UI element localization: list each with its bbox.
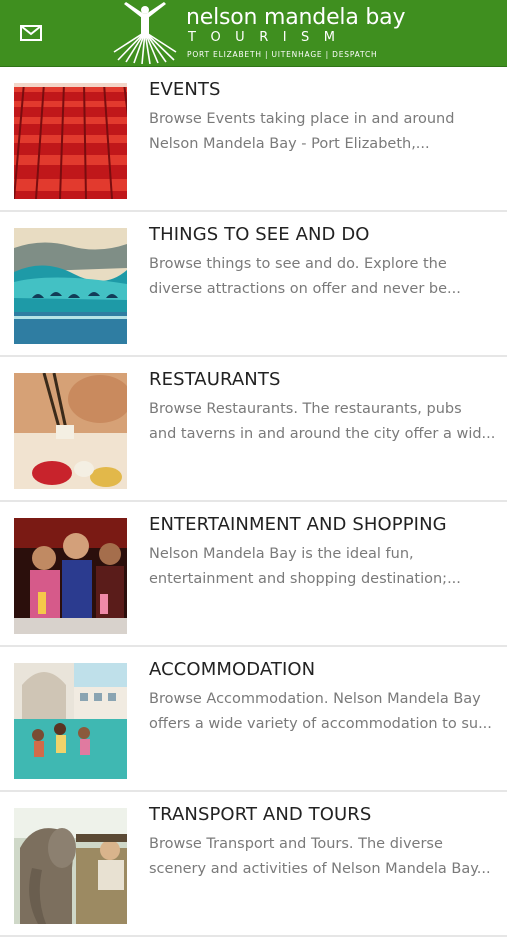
item-description: Browse Restaurants. The restaurants, pub… (149, 397, 496, 447)
description-line: and taverns in and around the city offer… (149, 426, 496, 442)
list-item-transport-and-tours[interactable]: TRANSPORT AND TOURS Browse Transport and… (0, 792, 507, 937)
logo-name: nelson mandela bay (186, 5, 406, 30)
category-list: EVENTS Browse Events taking place in and… (0, 67, 507, 937)
description-line: Browse Restaurants. The restaurants, pub… (149, 401, 462, 417)
description-line: offers a wide variety of accommodation t… (149, 716, 492, 732)
tourism-logo[interactable]: nelson mandela bay TOURISM PORT ELIZABET… (112, 0, 412, 66)
description-line: Browse Accommodation. Nelson Mandela Bay (149, 691, 481, 707)
list-item-things-to-see-and-do[interactable]: THINGS TO SEE AND DO Browse things to se… (0, 212, 507, 357)
description-line: Nelson Mandela Bay - Port Elizabeth,... (149, 136, 430, 152)
nightlife-people-photo (14, 518, 127, 634)
item-title: ACCOMMODATION (149, 659, 316, 680)
sushi-chopsticks-photo (14, 373, 127, 489)
dolphins-wave-photo (14, 228, 127, 344)
stadium-seats-photo (14, 83, 127, 199)
item-description: Nelson Mandela Bay is the ideal fun, ent… (149, 542, 489, 592)
item-title: RESTAURANTS (149, 369, 281, 390)
item-description: Browse Events taking place in and around… (149, 107, 489, 157)
app-header: nelson mandela bay TOURISM PORT ELIZABET… (0, 0, 507, 67)
item-description: Browse Accommodation. Nelson Mandela Bay… (149, 687, 492, 737)
item-title: TRANSPORT AND TOURS (149, 804, 372, 825)
list-item-events[interactable]: EVENTS Browse Events taking place in and… (0, 67, 507, 212)
list-item-accommodation[interactable]: ACCOMMODATION Browse Accommodation. Nels… (0, 647, 507, 792)
description-line: diverse attractions on offer and never b… (149, 281, 461, 297)
logo-tagline: PORT ELIZABETH | UITENHAGE | DESPATCH (187, 50, 378, 59)
description-line: entertainment and shopping destination;.… (149, 571, 461, 587)
item-description: Browse Transport and Tours. The diverse … (149, 832, 491, 882)
description-line: scenery and activities of Nelson Mandela… (149, 861, 491, 877)
list-item-entertainment-and-shopping[interactable]: ENTERTAINMENT AND SHOPPING Nelson Mandel… (0, 502, 507, 647)
description-line: Browse Events taking place in and around (149, 111, 455, 127)
item-title: THINGS TO SEE AND DO (149, 224, 370, 245)
list-item-restaurants[interactable]: RESTAURANTS Browse Restaurants. The rest… (0, 357, 507, 502)
hotel-pool-photo (14, 663, 127, 779)
elephant-safari-photo (14, 808, 127, 924)
description-line: Nelson Mandela Bay is the ideal fun, (149, 546, 414, 562)
item-title: EVENTS (149, 79, 221, 100)
logo-figure-icon (113, 2, 177, 64)
item-title: ENTERTAINMENT AND SHOPPING (149, 514, 447, 535)
description-line: Browse Transport and Tours. The diverse (149, 836, 443, 852)
envelope-icon[interactable] (18, 22, 46, 44)
logo-subtitle: TOURISM (188, 30, 350, 45)
item-description: Browse things to see and do. Explore the… (149, 252, 489, 302)
description-line: Browse things to see and do. Explore the (149, 256, 447, 272)
